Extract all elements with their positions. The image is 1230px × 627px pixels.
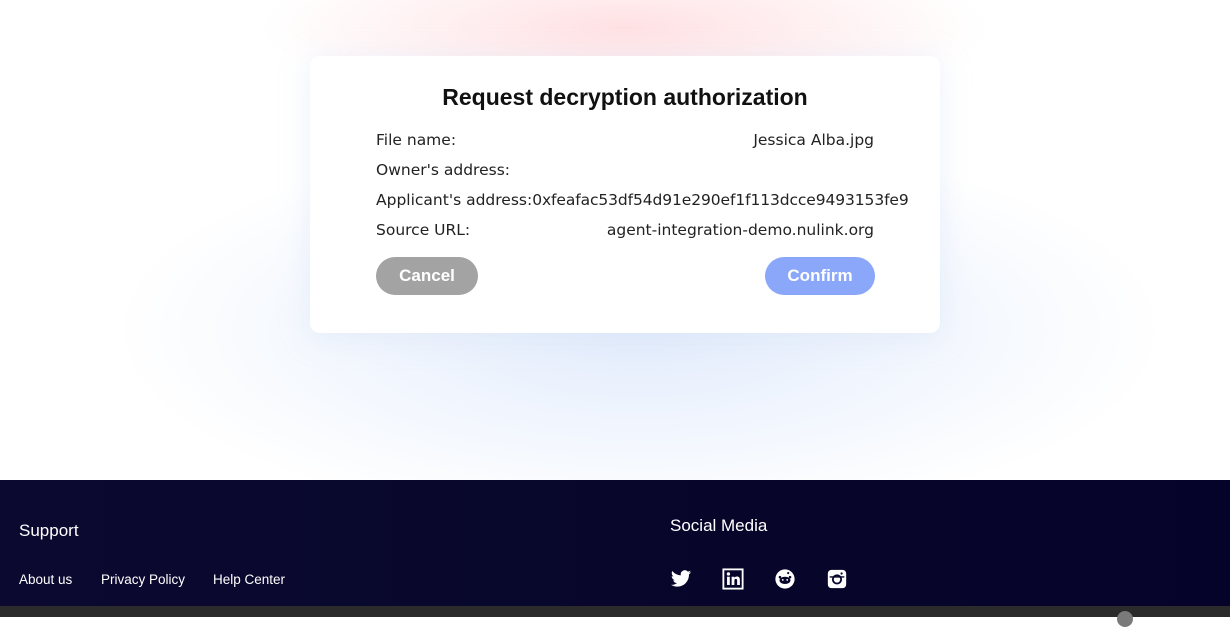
support-heading: Support <box>19 521 79 540</box>
owner-address-label: Owner's address: <box>376 161 510 179</box>
bottom-bar <box>0 606 1230 617</box>
reddit-icon[interactable] <box>774 568 796 590</box>
decryption-auth-dialog: Request decryption authorization File na… <box>310 56 940 333</box>
owner-address-row: Owner's address: <box>376 158 874 182</box>
source-url-label: Source URL: <box>376 221 471 239</box>
file-name-row: File name: Jessica Alba.jpg <box>376 128 874 152</box>
file-name-label: File name: <box>376 131 457 149</box>
linkedin-icon[interactable] <box>722 568 744 590</box>
cancel-button[interactable]: Cancel <box>376 257 478 295</box>
twitter-icon[interactable] <box>670 568 692 590</box>
confirm-button[interactable]: Confirm <box>765 257 875 295</box>
source-url-row: Source URL: agent-integration-demo.nulin… <box>376 218 874 242</box>
applicant-address-label: Applicant's address: <box>376 191 533 209</box>
applicant-address-value: 0xfeafac53df54d91e290ef1f113dcce9493153f… <box>532 191 909 209</box>
privacy-policy-link[interactable]: Privacy Policy <box>101 572 185 587</box>
file-name-value: Jessica Alba.jpg <box>753 131 874 149</box>
applicant-address-row: Applicant's address: 0xfeafac53df54d91e2… <box>376 188 909 212</box>
social-media-heading: Social Media <box>670 516 768 535</box>
scroll-handle[interactable] <box>1117 611 1133 627</box>
footer: Support About us Privacy Policy Help Cen… <box>0 480 1230 606</box>
dialog-title: Request decryption authorization <box>442 84 808 110</box>
instagram-icon[interactable] <box>826 568 848 590</box>
help-center-link[interactable]: Help Center <box>213 572 285 587</box>
about-us-link[interactable]: About us <box>19 572 72 587</box>
source-url-value: agent-integration-demo.nulink.org <box>606 221 874 239</box>
